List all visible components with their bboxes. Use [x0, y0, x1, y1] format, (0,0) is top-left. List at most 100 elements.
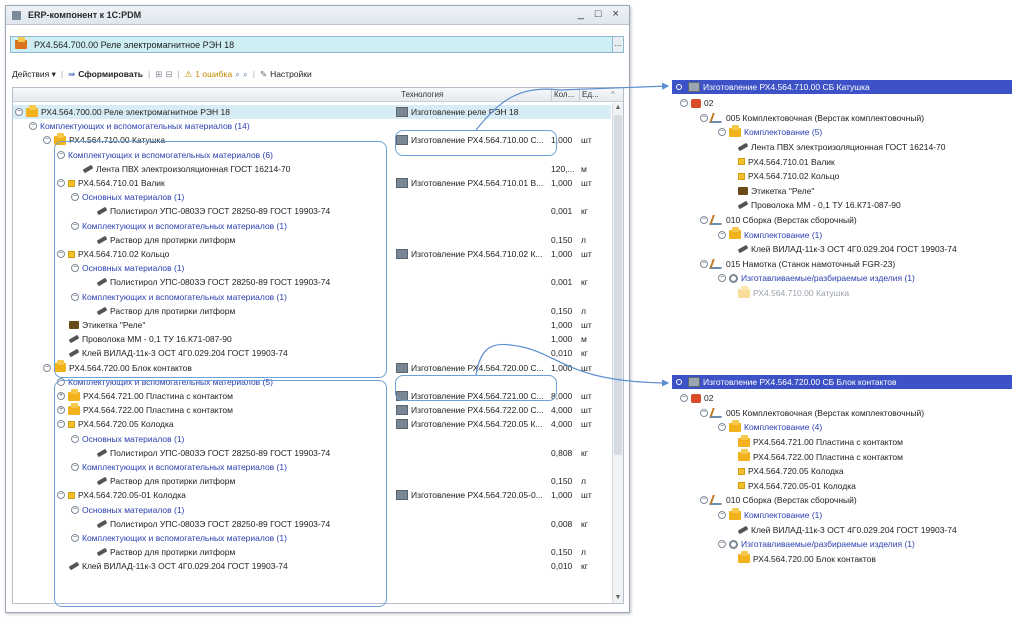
collapse-icon[interactable]: −	[680, 394, 688, 403]
table-row[interactable]: Раствор для протирки литформ 0,150 л	[13, 304, 611, 318]
sort-up-icon[interactable]: ^	[611, 90, 615, 99]
tree-item[interactable]: − 005 Комплектовочная (Верстак комплектов…	[700, 111, 924, 126]
collapse-icon[interactable]: −	[71, 221, 79, 230]
tree-item[interactable]: − 02	[680, 96, 713, 111]
collapse-icon[interactable]	[676, 84, 682, 90]
tree-item[interactable]: Лента ПВХ электроизоляционная ГОСТ 16214…	[737, 140, 945, 155]
table-row[interactable]: − РХ4.564.720.05 Колодка Изготовление РХ4.…	[13, 417, 611, 431]
tree-item[interactable]: − Изготавливаемые/разбираемые изделия (1)	[718, 537, 915, 552]
scroll-down-icon[interactable]: ▼	[613, 593, 623, 603]
collapse-icon[interactable]: −	[29, 122, 37, 131]
table-row[interactable]: Полистирол УПС-0803Э ГОСТ 28250-89 ГОСТ …	[13, 517, 611, 531]
table-row[interactable]: − Основных материалов (1)	[13, 503, 611, 517]
tree-item[interactable]: РХ4.564.721.00 Пластина с контактом	[738, 434, 903, 450]
tree-item[interactable]: Клей ВИЛАД-11к-3 ОСТ 4Г0.029.204 ГОСТ 19…	[737, 522, 957, 537]
collapse-icon[interactable]: −	[15, 108, 23, 116]
table-row[interactable]: + РХ4.564.721.00 Пластина с контактом Изго…	[13, 388, 611, 403]
errors-link[interactable]: 1 ошибка	[195, 69, 232, 79]
window-controls[interactable]: _ □ ×	[578, 8, 623, 20]
collapse-icon[interactable]: −	[71, 505, 79, 514]
collapse-icon[interactable]: −	[57, 377, 65, 386]
generate-button[interactable]: Сформировать	[78, 69, 143, 79]
header-more-button[interactable]: ...	[612, 37, 623, 52]
table-row[interactable]: − Основных материалов (1)	[13, 190, 611, 204]
table-row[interactable]: − Комплектующих и вспомогательных материа…	[13, 460, 611, 474]
table-row[interactable]: − РХ4.564.720.05-01 Колодка Изготовление Р…	[13, 488, 611, 502]
tree-item[interactable]: − Комплектование (1)	[718, 227, 822, 242]
row-technology[interactable]: Изготовление РХ4.564.720.05-0...	[396, 490, 551, 501]
collapse-icon[interactable]: −	[718, 423, 726, 432]
collapse-icon[interactable]: −	[718, 230, 726, 239]
collapse-icon[interactable]: −	[71, 292, 79, 301]
collapse-icon[interactable]: −	[57, 179, 65, 187]
collapse-icon[interactable]: −	[71, 264, 79, 273]
collapse-icon[interactable]: −	[57, 420, 65, 429]
collapse-icon[interactable]: −	[71, 434, 79, 443]
tree-item[interactable]: − Комплектование (5)	[718, 124, 822, 140]
row-technology[interactable]: Изготовление РХ4.564.720.05 К...	[396, 419, 551, 430]
collapse-icon[interactable]: −	[71, 463, 79, 471]
table-row[interactable]: Клей ВИЛАД-11к-3 ОСТ 4Г0.029.204 ГОСТ 19…	[13, 559, 611, 573]
collapse-icon[interactable]: −	[680, 99, 688, 108]
collapse-icon[interactable]: −	[700, 408, 708, 417]
tree-item[interactable]: − Комплектование (1)	[718, 507, 822, 523]
tree-item[interactable]: − Комплектование (4)	[718, 419, 822, 435]
row-technology[interactable]: Изготовление РХ4.564.720.00 С...	[396, 362, 551, 373]
row-technology[interactable]: Изготовление РХ4.564.722.00 С...	[396, 405, 551, 416]
tree-item[interactable]: − 02	[680, 391, 713, 406]
collapse-all-icon[interactable]: ⊟	[165, 69, 172, 80]
table-row[interactable]: − Комплектующих и вспомогательных материа…	[13, 148, 611, 162]
table-row[interactable]: − Комплектующих и вспомогательных материа…	[13, 119, 611, 133]
collapse-icon[interactable]: −	[43, 363, 51, 372]
settings-button[interactable]: Настройки	[270, 69, 312, 79]
find-prev-icon[interactable]: ⌕	[235, 69, 240, 80]
table-row[interactable]: Полистирол УПС-0803Э ГОСТ 28250-89 ГОСТ …	[13, 446, 611, 460]
table-row[interactable]: − Основных материалов (1)	[13, 432, 611, 446]
row-technology[interactable]: Изготовление РХ4.564.710.01 В...	[396, 178, 551, 188]
collapse-icon[interactable]: −	[700, 496, 708, 505]
tree-item[interactable]: РХ4.564.710.02 Кольцо	[738, 169, 839, 184]
row-technology[interactable]: Изготовление реле РЭН 18	[396, 107, 551, 117]
tree-item[interactable]: РХ4.564.722.00 Пластина с контактом	[738, 449, 903, 464]
table-row[interactable]: Раствор для протирки литформ 0,150 л	[13, 474, 611, 488]
table-row[interactable]: Полистирол УПС-0803Э ГОСТ 28250-89 ГОСТ …	[13, 204, 611, 218]
table-row[interactable]: − Комплектующих и вспомогательных материа…	[13, 290, 611, 304]
panel-contacts-title-bar[interactable]: Изготовление РХ4.564.720.00 СБ Блок конт…	[672, 375, 1012, 389]
table-row[interactable]: − Комплектующих и вспомогательных материа…	[13, 375, 611, 389]
find-next-icon[interactable]: ⌕	[243, 69, 248, 80]
collapse-icon[interactable]: −	[57, 250, 65, 258]
collapse-icon[interactable]: −	[718, 128, 726, 137]
column-unit[interactable]: Ед...	[582, 90, 599, 99]
collapse-icon[interactable]: −	[57, 150, 65, 159]
tree-item[interactable]: − 010 Сборка (Верстак сборочный)	[700, 493, 857, 508]
tree-item[interactable]: − 010 Сборка (Верстак сборочный)	[700, 213, 857, 228]
table-row[interactable]: Полистирол УПС-0803Э ГОСТ 28250-89 ГОСТ …	[13, 275, 611, 289]
table-row[interactable]: − Основных материалов (1)	[13, 261, 611, 275]
collapse-icon[interactable]	[676, 379, 682, 385]
row-technology[interactable]: Изготовление РХ4.564.721.00 С...	[396, 391, 551, 401]
tree-item[interactable]: РХ4.564.710.00 Катушка	[738, 285, 849, 301]
expand-icon[interactable]: +	[57, 406, 65, 415]
table-row[interactable]: Клей ВИЛАД-11к-3 ОСТ 4Г0.029.204 ГОСТ 19…	[13, 346, 611, 360]
table-row[interactable]: − РХ4.564.710.00 Катушка Изготовление РХ4.…	[13, 132, 611, 147]
table-row[interactable]: Лента ПВХ электроизоляционная ГОСТ 16214…	[13, 162, 611, 176]
actions-menu[interactable]: Действия ▾	[12, 69, 56, 80]
column-technology[interactable]: Технология	[401, 90, 443, 99]
collapse-icon[interactable]: −	[57, 491, 65, 500]
column-quantity[interactable]: Кол...	[554, 90, 574, 99]
panel-coil-title-bar[interactable]: Изготовление РХ4.564.710.00 СБ Катушка	[672, 80, 1012, 94]
table-row[interactable]: Раствор для протирки литформ 0,150 л	[13, 233, 611, 247]
collapse-icon[interactable]: −	[700, 216, 708, 225]
row-technology[interactable]: Изготовление РХ4.564.710.02 К...	[396, 249, 551, 259]
collapse-icon[interactable]: −	[43, 136, 51, 145]
expand-all-icon[interactable]: ⊞	[155, 69, 162, 80]
tree-item[interactable]: − Изготавливаемые/разбираемые изделия (1)	[718, 271, 915, 286]
tree-item[interactable]: − 005 Комплектовочная (Верстак комплектов…	[700, 406, 924, 421]
table-row[interactable]: − РХ4.564.720.00 Блок контактов Изготовлен…	[13, 360, 611, 375]
collapse-icon[interactable]: −	[71, 534, 79, 542]
table-row[interactable]: Раствор для протирки литформ 0,150 л	[13, 545, 611, 559]
collapse-icon[interactable]: −	[718, 511, 726, 520]
collapse-icon[interactable]: −	[718, 540, 726, 549]
table-row[interactable]: + РХ4.564.722.00 Пластина с контактом Изго…	[13, 402, 611, 417]
table-row[interactable]: Проволока ММ - 0,1 ТУ 16.К71-087-90 1,000…	[13, 332, 611, 346]
